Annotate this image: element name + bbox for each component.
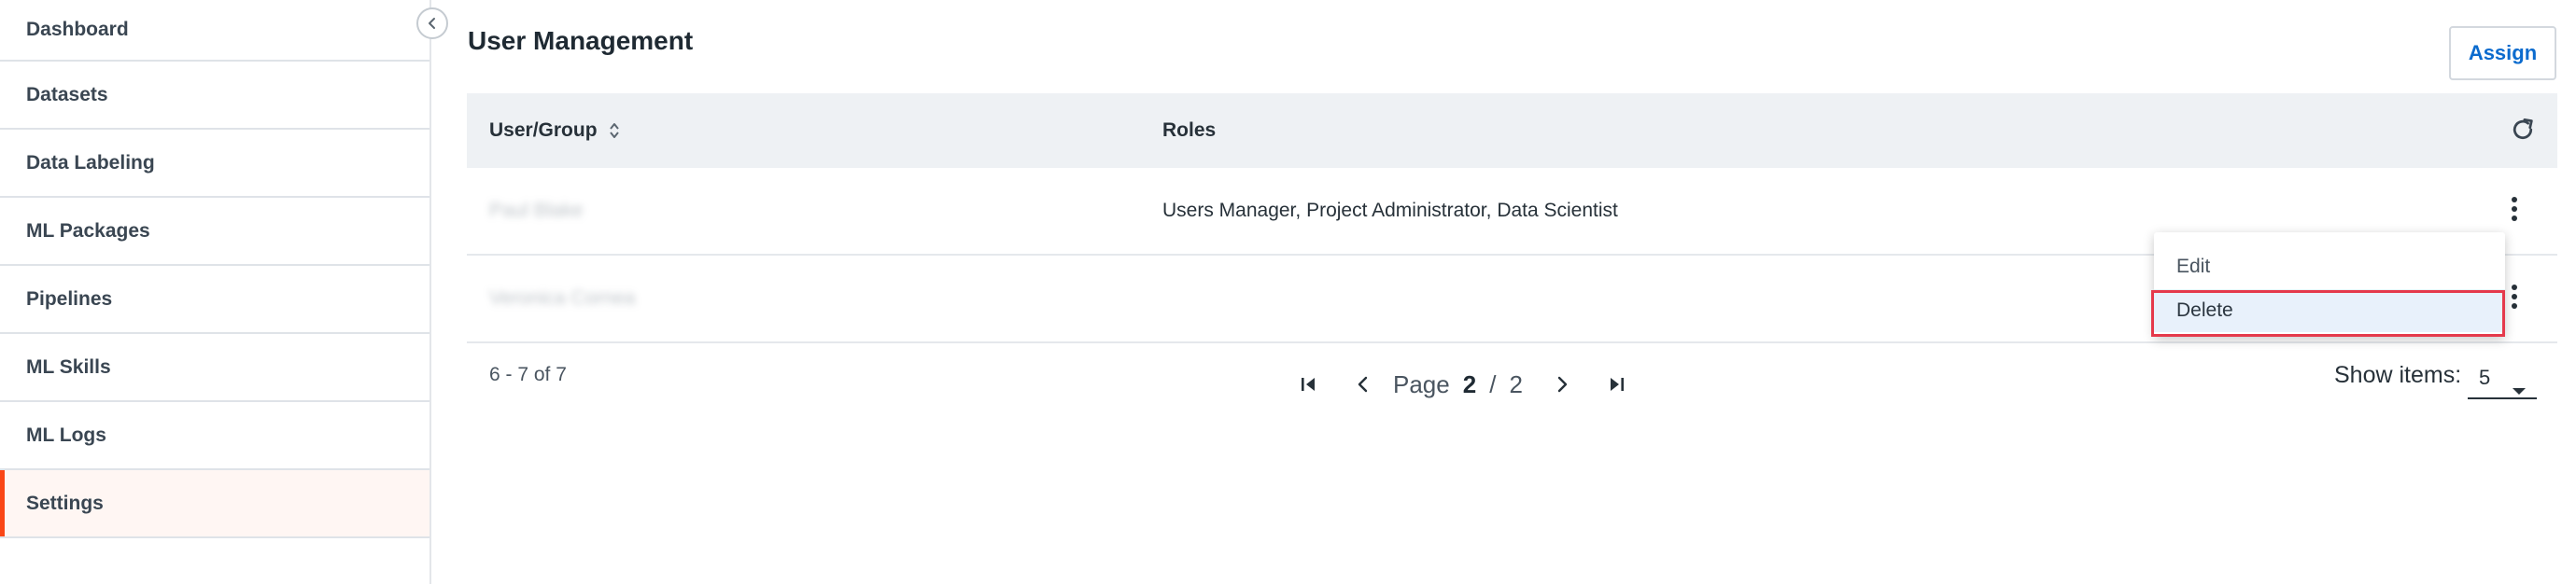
sidebar: Dashboard Datasets Data Labeling ML Pack… <box>0 0 431 584</box>
column-header-roles: Roles <box>1162 93 1216 168</box>
total-pages: 2 <box>1509 369 1523 398</box>
sidebar-item-ml-logs[interactable]: ML Logs <box>0 402 429 470</box>
sidebar-item-label: ML Skills <box>26 355 111 378</box>
pagination: Page 2 / 2 <box>1294 366 1631 403</box>
sidebar-item-label: ML Packages <box>26 219 150 242</box>
menu-item-delete[interactable]: Delete <box>2154 289 2505 332</box>
assign-button[interactable]: Assign <box>2449 26 2556 80</box>
row-context-menu: Edit Delete <box>2154 232 2505 337</box>
previous-page-icon[interactable] <box>1348 369 1378 399</box>
sidebar-item-label: Datasets <box>26 83 108 105</box>
column-header-user-group[interactable]: User/Group <box>489 93 620 168</box>
roles-cell: Users Manager, Project Administrator, Da… <box>1162 200 1618 221</box>
user-cell: Paul Blake <box>489 200 584 221</box>
sidebar-item-ml-skills[interactable]: ML Skills <box>0 334 429 402</box>
pagination-range: 6 - 7 of 7 <box>489 364 567 385</box>
sidebar-item-label: Settings <box>26 492 104 514</box>
page-title: User Management <box>468 26 694 55</box>
page-separator: / <box>1489 369 1497 398</box>
page-label: Page <box>1393 369 1450 398</box>
column-header-label: Roles <box>1162 119 1217 141</box>
column-header-label: User/Group <box>489 119 598 141</box>
sidebar-item-label: Dashboard <box>26 19 129 40</box>
show-items-label: Show items: <box>2334 362 2462 388</box>
sidebar-item-label: ML Logs <box>26 424 106 446</box>
sort-icon[interactable] <box>609 122 620 139</box>
current-page[interactable]: 2 <box>1463 370 1476 399</box>
more-options-icon[interactable] <box>2511 284 2518 314</box>
sidebar-item-dashboard[interactable]: Dashboard <box>0 0 429 62</box>
more-options-icon[interactable] <box>2511 196 2518 227</box>
page-size-value: 5 <box>2479 366 2491 389</box>
next-page-icon[interactable] <box>1547 369 1577 399</box>
refresh-icon[interactable] <box>2509 116 2537 148</box>
sidebar-item-datasets[interactable]: Datasets <box>0 62 429 130</box>
sidebar-item-ml-packages[interactable]: ML Packages <box>0 198 429 266</box>
table-header: User/Group Roles <box>467 93 2557 168</box>
last-page-icon[interactable] <box>1601 369 1631 399</box>
sidebar-collapse-button[interactable] <box>416 7 448 39</box>
sidebar-item-label: Data Labeling <box>26 151 155 174</box>
sidebar-item-label: Pipelines <box>26 287 113 310</box>
chevron-left-icon <box>429 18 435 29</box>
first-page-icon[interactable] <box>1294 369 1324 399</box>
page-size-select[interactable]: 5 <box>2468 362 2537 399</box>
sidebar-item-pipelines[interactable]: Pipelines <box>0 266 429 334</box>
user-cell: Veronica Cornea <box>489 287 636 309</box>
menu-item-edit[interactable]: Edit <box>2154 245 2505 288</box>
sidebar-item-settings[interactable]: Settings <box>0 470 429 538</box>
sidebar-item-data-labeling[interactable]: Data Labeling <box>0 130 429 198</box>
caret-down-icon <box>2513 377 2526 401</box>
